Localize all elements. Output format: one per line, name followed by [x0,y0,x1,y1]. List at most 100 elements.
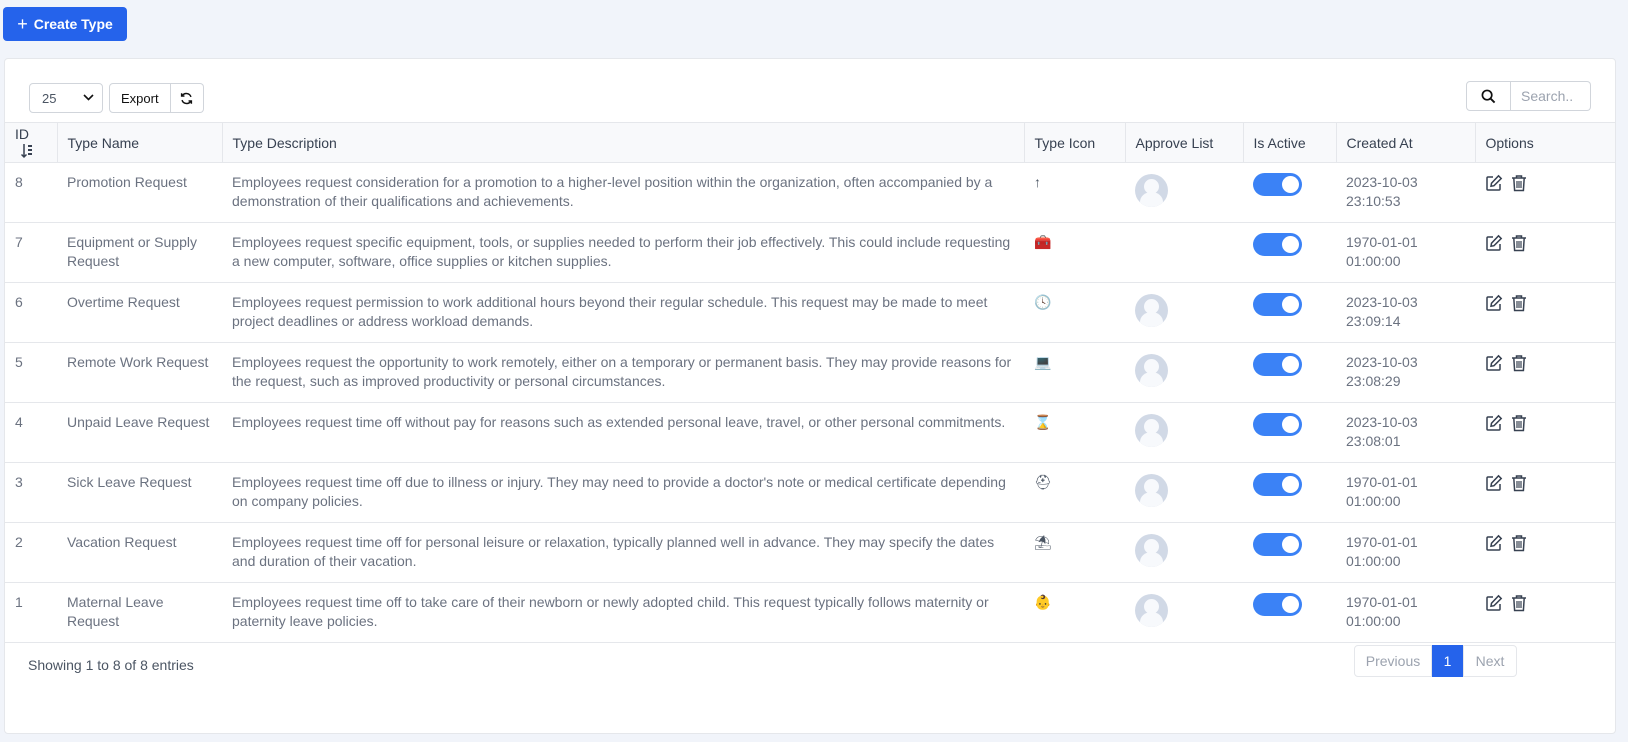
edit-icon[interactable] [1485,414,1503,432]
sort-desc-icon [20,143,33,159]
column-header-type-name[interactable]: Type Name [57,122,223,163]
toolbox-icon: 🧰 [1034,234,1052,250]
edit-icon[interactable] [1485,354,1503,372]
avatar[interactable] [1135,354,1168,387]
edit-icon[interactable] [1485,534,1503,552]
cell-id: 4 [5,402,57,463]
refresh-button[interactable] [170,83,204,113]
pagination: Previous 1 Next [1354,645,1517,677]
cell-id: 6 [5,282,57,343]
page-1-button[interactable]: 1 [1432,645,1463,677]
cell-type-name: Equipment or Supply Request [57,222,222,283]
arrow-up-icon: ↑ [1034,174,1041,190]
column-header-id[interactable]: ID [5,122,58,163]
clock-icon: 🕓 [1034,294,1052,310]
trash-icon[interactable] [1511,234,1527,252]
cell-created-at: 1970-01-01 01:00:00 [1336,462,1475,523]
created-time: 23:10:53 [1346,193,1401,209]
created-date: 2023-10-03 [1346,354,1418,370]
cell-type-name: Unpaid Leave Request [57,402,222,463]
create-type-button[interactable]: + Create Type [3,7,127,41]
table-row: 3 Sick Leave Request Employees request tim… [5,462,1615,523]
cell-type-icon: 👶 [1024,582,1125,643]
column-header-is-active[interactable]: Is Active [1243,122,1337,163]
cell-type-name: Overtime Request [57,282,222,343]
column-header-approve-list[interactable]: Approve List [1125,122,1244,163]
edit-icon[interactable] [1485,474,1503,492]
trash-icon[interactable] [1511,414,1527,432]
cell-is-active [1243,522,1336,583]
export-button[interactable]: Export [109,83,171,113]
active-toggle[interactable] [1253,413,1302,436]
search-group [1466,81,1591,111]
cell-is-active [1243,282,1336,343]
cell-type-name: Remote Work Request [57,342,222,403]
medical-kit-icon: ⛑ [1034,474,1052,490]
avatar[interactable] [1135,474,1168,507]
avatar[interactable] [1135,174,1168,207]
cell-is-active [1243,162,1336,223]
cell-created-at: 2023-10-03 23:08:01 [1336,402,1475,463]
cell-id: 5 [5,342,57,403]
refresh-icon [180,92,193,104]
cell-options [1475,402,1615,463]
cell-type-description: Employees request specific equipment, to… [222,222,1024,283]
cell-type-description: Employees request time off for personal … [222,522,1024,583]
edit-icon[interactable] [1485,234,1503,252]
created-date: 2023-10-03 [1346,174,1418,190]
cell-options [1475,282,1615,343]
cell-approve-list [1125,462,1243,523]
active-toggle[interactable] [1253,353,1302,376]
active-toggle[interactable] [1253,173,1302,196]
laptop-icon: 💻 [1034,354,1052,370]
search-button[interactable] [1466,81,1511,111]
active-toggle[interactable] [1253,473,1302,496]
trash-icon[interactable] [1511,174,1527,192]
avatar[interactable] [1135,594,1168,627]
search-input[interactable] [1511,81,1591,111]
column-header-type-icon[interactable]: Type Icon [1024,122,1126,163]
edit-icon[interactable] [1485,594,1503,612]
cell-type-description: Employees request the opportunity to wor… [222,342,1024,403]
cell-type-icon: ⛑ [1024,462,1125,523]
active-toggle[interactable] [1253,533,1302,556]
cell-approve-list [1125,582,1243,643]
created-date: 1970-01-01 [1346,234,1418,250]
trash-icon[interactable] [1511,354,1527,372]
trash-icon[interactable] [1511,474,1527,492]
trash-icon[interactable] [1511,534,1527,552]
created-date: 2023-10-03 [1346,414,1418,430]
active-toggle[interactable] [1253,293,1302,316]
table-row: 6 Overtime Request Employees request permi… [5,282,1615,343]
search-icon [1481,89,1496,103]
create-type-label: Create Type [33,16,113,32]
cell-created-at: 1970-01-01 01:00:00 [1336,522,1475,583]
cell-type-description: Employees request consideration for a pr… [222,162,1024,223]
avatar[interactable] [1135,534,1168,567]
edit-icon[interactable] [1485,294,1503,312]
page-size-select[interactable]: 25 [29,83,103,113]
created-date: 1970-01-01 [1346,594,1418,610]
trash-icon[interactable] [1511,294,1527,312]
column-header-created-at[interactable]: Created At [1336,122,1476,163]
trash-icon[interactable] [1511,594,1527,612]
cell-created-at: 2023-10-03 23:10:53 [1336,162,1475,223]
next-page-button[interactable]: Next [1463,645,1517,677]
column-header-type-description[interactable]: Type Description [222,122,1025,163]
page-size-value: 25 [42,90,57,106]
cell-approve-list [1125,402,1243,463]
edit-icon[interactable] [1485,174,1503,192]
cell-id: 7 [5,222,57,283]
created-time: 01:00:00 [1346,613,1401,629]
previous-page-button[interactable]: Previous [1354,645,1432,677]
created-time: 01:00:00 [1346,253,1401,269]
cell-options [1475,462,1615,523]
cell-type-icon: 💻 [1024,342,1125,403]
cell-created-at: 2023-10-03 23:09:14 [1336,282,1475,343]
avatar[interactable] [1135,414,1168,447]
cell-approve-list [1125,342,1243,403]
avatar[interactable] [1135,294,1168,327]
cell-id: 2 [5,522,57,583]
active-toggle[interactable] [1253,593,1302,616]
active-toggle[interactable] [1253,233,1302,256]
